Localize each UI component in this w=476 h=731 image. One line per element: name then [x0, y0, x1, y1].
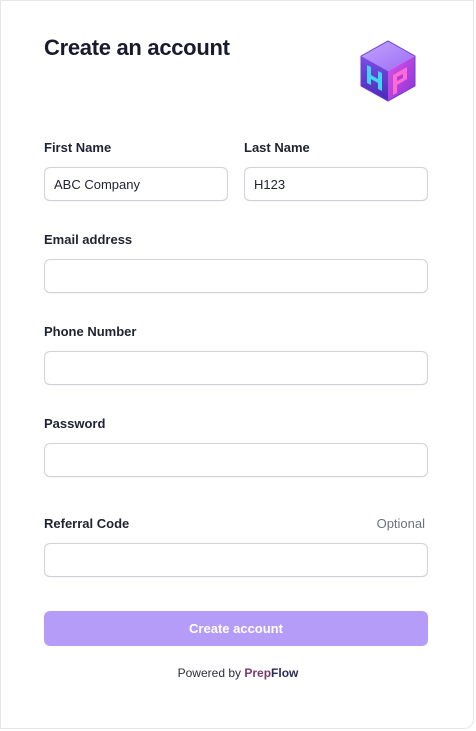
powered-by-text: Powered by: [177, 666, 241, 680]
referral-code-label: Referral Code: [44, 516, 130, 531]
phone-label: Phone Number: [44, 324, 137, 339]
phone-input[interactable]: [44, 351, 428, 385]
brand-prep-text: Prep: [244, 666, 272, 680]
password-label: Password: [44, 416, 106, 431]
brand-flow-text: Flow: [271, 666, 299, 680]
last-name-label: Last Name: [244, 140, 310, 155]
brand-name: PrepFlow: [244, 666, 298, 680]
last-name-input[interactable]: [244, 167, 428, 201]
create-account-button[interactable]: Create account: [44, 611, 428, 646]
optional-hint: Optional: [376, 516, 425, 531]
email-input[interactable]: [44, 259, 428, 293]
powered-by-footer: Powered by PrepFlow: [1, 666, 475, 680]
signup-card: Create an account First Name ABC Company…: [0, 0, 474, 729]
email-label: Email address: [44, 232, 133, 247]
first-name-input[interactable]: [44, 167, 228, 201]
referral-code-input[interactable]: [44, 543, 428, 577]
password-input[interactable]: [44, 443, 428, 477]
page-title: Create an account: [44, 35, 230, 60]
first-name-label: First Name: [44, 140, 112, 155]
prepflow-logo-icon: [359, 39, 417, 103]
